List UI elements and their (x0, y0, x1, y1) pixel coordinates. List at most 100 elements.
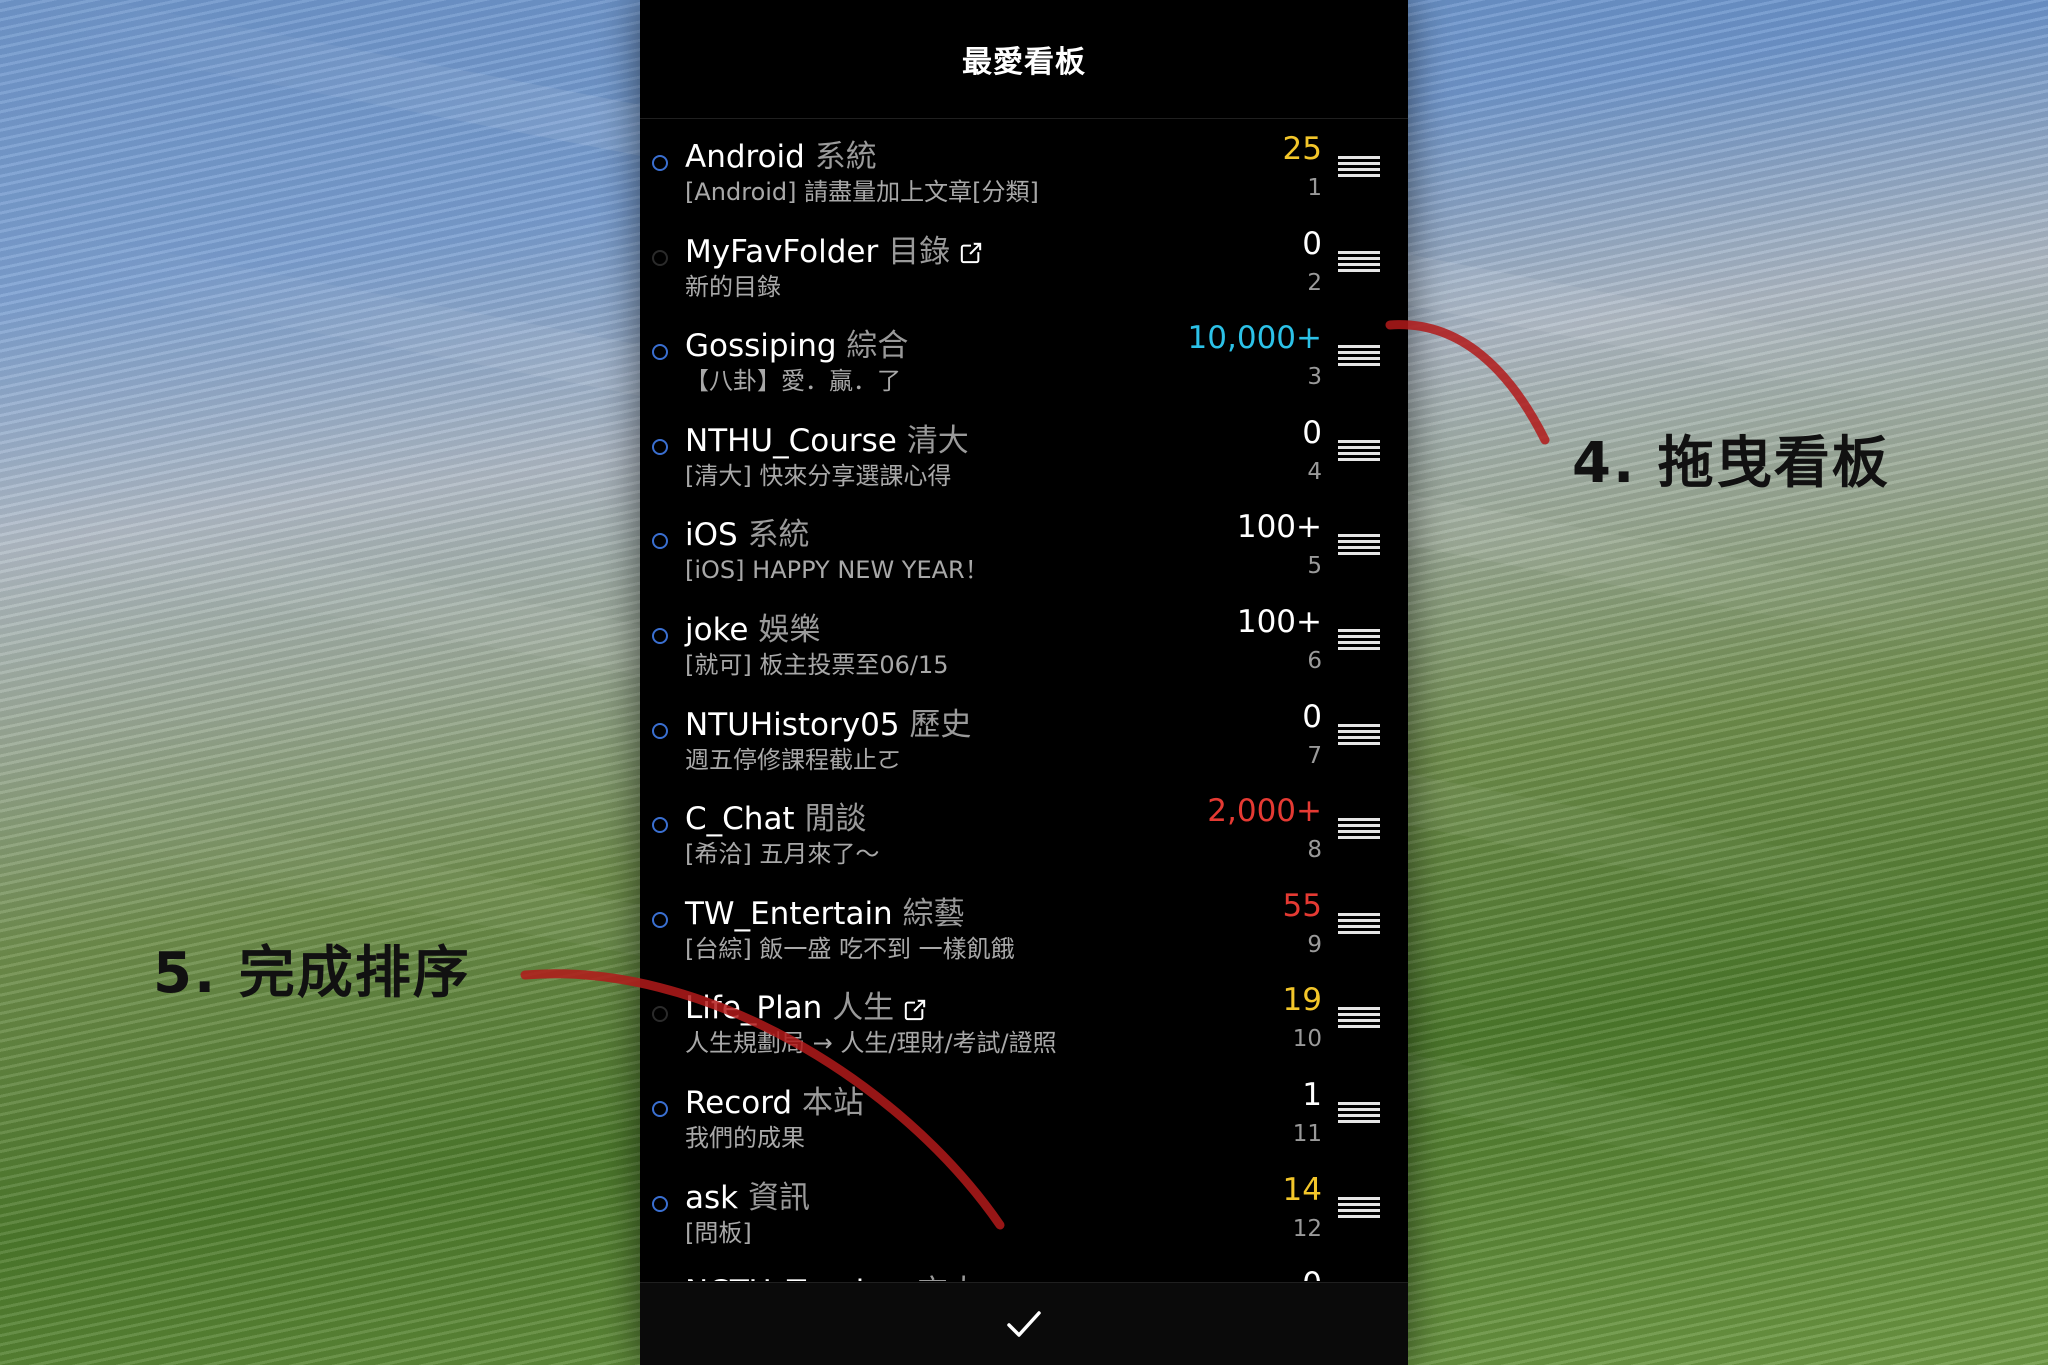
drag-handle-icon[interactable] (1338, 250, 1380, 272)
board-row-nctu_teacher[interactable]: NCTU_Teacher 交大 0 (640, 1254, 1408, 1281)
favorite-boards-list[interactable]: Android 系統 [Android] 請盡量加上文章[分類] 25 1 MyFavF… (640, 119, 1408, 1281)
board-id: NCTU_Teacher (685, 1274, 907, 1281)
board-description: 週五停修課程截止ㄛ (685, 745, 901, 774)
board-name: Gossiping 綜合 (685, 320, 908, 365)
drag-handle-line (1338, 1113, 1380, 1117)
board-id: Record (685, 1084, 793, 1121)
board-description: [希洽] 五月來了～ (685, 840, 880, 869)
unread-count: 0 (1302, 414, 1322, 451)
board-description: [清大] 快來分享選課心得 (685, 461, 952, 490)
board-row-nthu_course[interactable]: NTHU_Course 清大 [清大] 快來分享選課心得 0 4 (640, 403, 1408, 498)
drag-handle-line (1338, 723, 1380, 727)
unread-count: 0 (1302, 1266, 1322, 1281)
board-index: 8 (1307, 837, 1322, 864)
drag-handle-line (1338, 1196, 1380, 1200)
drag-handle-line (1338, 1019, 1380, 1023)
board-index: 3 (1307, 364, 1322, 391)
drag-handle-line (1338, 1208, 1380, 1212)
board-id: ask (685, 1179, 739, 1216)
drag-handle-icon[interactable] (1338, 156, 1380, 177)
radio-circle-icon[interactable] (652, 1195, 668, 1212)
drag-handle-icon[interactable] (1338, 439, 1380, 461)
board-row-ntuhistory05[interactable]: NTUHistory05 歷史 週五停修課程截止ㄛ 0 7 (640, 687, 1408, 782)
drag-handle-line (1338, 168, 1380, 171)
drag-handle-line (1338, 735, 1380, 739)
board-id: TW_Entertain (685, 895, 893, 932)
radio-circle-icon[interactable] (652, 1006, 668, 1023)
unread-count: 0 (1302, 698, 1322, 735)
drag-handle-icon[interactable] (1338, 1196, 1380, 1218)
radio-circle-icon[interactable] (652, 249, 668, 266)
board-row-tw_entertain[interactable]: TW_Entertain 綜藝 [台綜] 飯一盛 吃不到 一樣飢餓 55 9 (640, 876, 1408, 971)
board-index: 7 (1307, 742, 1322, 769)
drag-handle-line (1338, 1101, 1380, 1105)
drag-handle-icon[interactable] (1338, 534, 1380, 556)
external-link-icon[interactable] (960, 242, 983, 264)
drag-handle-icon[interactable] (1338, 628, 1380, 650)
board-id: Android (685, 139, 805, 175)
unread-count: 19 (1282, 982, 1322, 1019)
done-button[interactable] (999, 1299, 1049, 1349)
board-category: 綜合 (846, 328, 909, 365)
drag-handle-line (1338, 445, 1380, 449)
board-row-gossiping[interactable]: Gossiping 綜合 【八卦】愛．贏．了 10,000+ 3 (640, 308, 1408, 403)
board-category: 綜藝 (902, 895, 965, 932)
board-id: C_Chat (685, 801, 795, 838)
radio-circle-icon[interactable] (652, 817, 668, 834)
radio-circle-icon[interactable] (652, 722, 668, 739)
drag-handle-icon[interactable] (1338, 345, 1380, 367)
board-category: 系統 (814, 139, 877, 175)
drag-handle-line (1338, 156, 1380, 159)
radio-circle-icon[interactable] (652, 627, 668, 644)
board-category: 娛樂 (758, 611, 821, 648)
board-category: 人生 (832, 990, 895, 1027)
board-description: 【八卦】愛．贏．了 (685, 367, 901, 396)
board-name: iOS 系統 (685, 509, 810, 554)
annotation-finish-sort: 5. 完成排序 (153, 941, 471, 1006)
drag-handle-line (1338, 640, 1380, 644)
drag-handle-line (1338, 818, 1380, 822)
board-row-myfavfolder[interactable]: MyFavFolder 目錄 新的目錄 0 2 (640, 214, 1408, 309)
drag-handle-line (1338, 439, 1380, 443)
drag-handle-line (1338, 1007, 1380, 1011)
drag-handle-line (1338, 1202, 1380, 1206)
board-row-ask[interactable]: ask 資訊 [問板] 14 12 (640, 1160, 1408, 1255)
board-name: NTUHistory05 歷史 (685, 699, 971, 744)
radio-circle-icon[interactable] (652, 911, 668, 928)
board-description: [iOS] HAPPY NEW YEAR！ (685, 556, 989, 585)
radio-circle-icon[interactable] (652, 438, 668, 455)
board-category: 清大 (906, 422, 969, 459)
board-category: 本站 (801, 1084, 864, 1121)
board-row-c_chat[interactable]: C_Chat 閒談 [希洽] 五月來了～ 2,000+ 8 (640, 781, 1408, 876)
board-description: 人生規劃局 → 人生/理財/考試/證照 (685, 1029, 1057, 1058)
board-id: MyFavFolder (685, 233, 879, 270)
radio-circle-icon[interactable] (652, 1100, 668, 1117)
board-description: [問板] (685, 1218, 752, 1247)
unread-count: 1 (1302, 1076, 1322, 1113)
drag-handle-icon[interactable] (1338, 723, 1380, 745)
board-id: joke (685, 611, 749, 648)
drag-handle-line (1338, 930, 1380, 934)
unread-count: 25 (1282, 131, 1322, 167)
board-row-joke[interactable]: joke 娛樂 [就可] 板主投票至06/15 100+ 6 (640, 592, 1408, 687)
board-row-life_plan[interactable]: Life_Plan 人生 人生規劃局 → 人生/理財/考試/證照 19 10 (640, 970, 1408, 1065)
board-id: NTUHistory05 (685, 706, 900, 743)
radio-circle-icon[interactable] (652, 533, 668, 550)
board-category: 交大 (917, 1274, 979, 1281)
drag-handle-line (1338, 1025, 1380, 1029)
unread-count: 55 (1282, 887, 1322, 924)
board-index: 5 (1307, 553, 1322, 580)
drag-handle-line (1338, 1107, 1380, 1111)
drag-handle-icon[interactable] (1338, 818, 1380, 840)
board-row-android[interactable]: Android 系統 [Android] 請盡量加上文章[分類] 25 1 (640, 119, 1408, 214)
board-row-ios[interactable]: iOS 系統 [iOS] HAPPY NEW YEAR！ 100+ 5 (640, 497, 1408, 592)
external-link-icon[interactable] (904, 999, 927, 1021)
drag-handle-icon[interactable] (1338, 1007, 1380, 1029)
drag-handle-icon[interactable] (1338, 1101, 1380, 1123)
drag-handle-line (1338, 741, 1380, 745)
board-row-record[interactable]: Record 本站 我們的成果 1 11 (640, 1065, 1408, 1160)
drag-handle-line (1338, 824, 1380, 828)
radio-circle-icon[interactable] (652, 344, 668, 361)
radio-circle-icon[interactable] (652, 155, 668, 171)
drag-handle-icon[interactable] (1338, 912, 1380, 934)
